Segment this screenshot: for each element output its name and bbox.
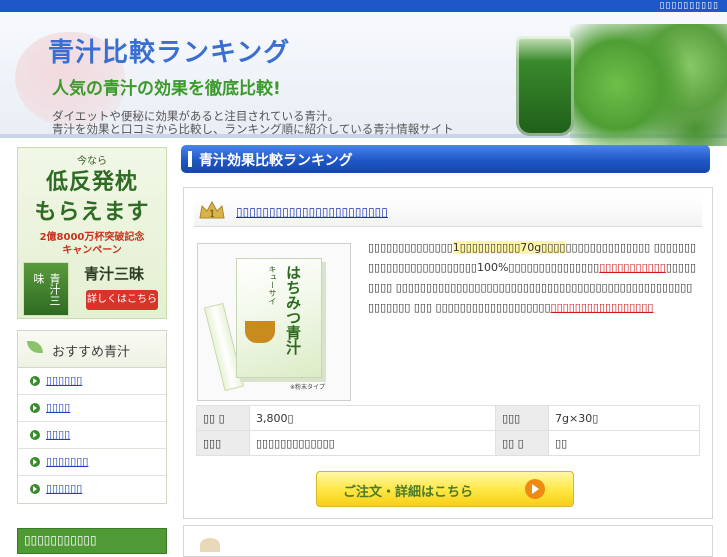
ranking-card-2 [183, 525, 713, 557]
vegetables-image [570, 24, 727, 146]
sidebar-item-label[interactable]: ▯▯▯▯▯▯ [46, 482, 82, 495]
spec-value: 3,800▯ [248, 405, 497, 431]
honey-cup-image [245, 321, 275, 343]
top-bar-link[interactable]: ▯▯▯▯▯▯▯▯▯▯ [659, 0, 719, 12]
campaign-banner[interactable]: 今なら 低反発枕 もらえます 2億8000万杯突破記念 キャンペーン 青汁三味 … [17, 147, 167, 319]
arrow-right-icon [525, 479, 545, 499]
table-row: ▯▯▯ ▯▯▯▯▯▯▯▯▯▯▯▯▯ ▯▯ ▯ ▯▯ [196, 430, 700, 456]
sidebar-item-label[interactable]: ▯▯▯▯ [46, 428, 70, 441]
arrow-bullet-icon [30, 403, 40, 413]
spec-key: ▯▯▯ [196, 430, 250, 456]
site-tagline: 人気の青汁の効果を徹底比較! [52, 79, 281, 99]
ranking-card-1: 1 ▯▯▯▯▯▯▯▯▯▯▯▯▯▯▯▯▯▯▯▯▯▯▯ キューサイ はちみつ青汁 ※… [183, 187, 713, 519]
package-note: ※粉末タイプ [290, 384, 326, 391]
banner-details-button[interactable]: 詳しくはこちら [86, 290, 158, 310]
crown-rank-icon [200, 538, 220, 552]
sidebar-item[interactable]: ▯▯▯▯▯▯ [18, 368, 166, 395]
sidebar-banner-2[interactable]: ▯▯▯▯▯▯▯▯▯▯▯ [17, 528, 167, 554]
crown-rank-icon: 1 [199, 200, 225, 220]
recommended-menu-header: おすすめ青汁 [18, 331, 166, 368]
green-juice-glass-image [516, 36, 574, 136]
banner-campaign-text-2: キャンペーン [62, 245, 122, 256]
rank-number: 1 [209, 209, 215, 220]
leaf-icon [27, 341, 43, 353]
product-spec-table: ▯▯ ▯ 3,800▯ ▯▯▯ 7g×30▯ ▯▯▯ ▯▯▯▯▯▯▯▯▯▯▯▯▯… [196, 405, 700, 456]
description-highlight: 1▯▯▯▯▯▯▯▯▯▯70g▯▯▯▯ [452, 241, 566, 254]
main-section-title: 青汁効果比較ランキング [199, 153, 353, 169]
arrow-bullet-icon [30, 430, 40, 440]
site-description-line-2: 青汁を効果と口コミから比較し、ランキング順に紹介している青汁情報サイト [52, 122, 454, 136]
order-button-label: ご注文・詳細はこちら [343, 485, 474, 500]
sidebar-item-label[interactable]: ▯▯▯▯▯▯▯ [46, 455, 88, 468]
sidebar-item-label[interactable]: ▯▯▯▯▯▯ [46, 374, 82, 387]
table-row: ▯▯ ▯ 3,800▯ ▯▯▯ 7g×30▯ [196, 405, 700, 431]
sidebar-item[interactable]: ▯▯▯▯ [18, 395, 166, 422]
spec-value: ▯▯ [548, 430, 700, 456]
sidebar-item[interactable]: ▯▯▯▯ [18, 422, 166, 449]
description-link-1[interactable]: ▯▯▯▯▯▯▯▯▯▯▯ [599, 261, 666, 274]
arrow-bullet-icon [30, 457, 40, 467]
product-description: ▯▯▯▯▯▯▯▯▯▯▯▯▯▯1▯▯▯▯▯▯▯▯▯▯70g▯▯▯▯ ▯▯▯▯▯▯▯▯… [368, 238, 698, 318]
main-section-heading: 青汁効果比較ランキング [181, 145, 710, 173]
site-header: 青汁比較ランキング 人気の青汁の効果を徹底比較! ダイエットや便秘に効果があると… [0, 12, 727, 146]
banner-product-name: 青汁三昧 [84, 265, 145, 283]
arrow-bullet-icon [30, 376, 40, 386]
order-details-button[interactable]: ご注文・詳細はこちら [316, 471, 574, 507]
sidebar-item[interactable]: ▯▯▯▯▯▯ [18, 476, 166, 502]
description-part-1: ▯▯▯▯▯▯▯▯▯▯▯▯▯▯ [368, 241, 453, 254]
description-link-2[interactable]: ▯▯▯▯▯▯▯▯▯▯▯▯▯▯▯▯▯ [551, 301, 654, 314]
recommended-menu-title: おすすめ青汁 [52, 345, 131, 360]
package-name-text: はちみつ青汁 [284, 265, 302, 355]
ranking-title-row: 1 ▯▯▯▯▯▯▯▯▯▯▯▯▯▯▯▯▯▯▯▯▯▯▯ [194, 196, 702, 227]
sidebar-item-label[interactable]: ▯▯▯▯ [46, 401, 70, 414]
ranking-product-link[interactable]: ▯▯▯▯▯▯▯▯▯▯▯▯▯▯▯▯▯▯▯▯▯▯▯ [236, 205, 388, 219]
spec-key: ▯▯ ▯ [495, 430, 550, 456]
sidebar-item[interactable]: ▯▯▯▯▯▯▯ [18, 449, 166, 476]
top-bar: ▯▯▯▯▯▯▯▯▯▯ [0, 0, 727, 12]
product-image-box[interactable]: キューサイ はちみつ青汁 ※粉末タイプ [197, 243, 351, 401]
banner-package-text: 青汁三味 [32, 273, 61, 306]
site-title[interactable]: 青汁比較ランキング [48, 32, 290, 69]
banner-headline-1: 低反発枕 [45, 170, 138, 195]
product-package-image: キューサイ はちみつ青汁 [236, 258, 322, 378]
arrow-bullet-icon [30, 484, 40, 494]
spec-key: ▯▯ ▯ [196, 405, 250, 431]
spec-value: ▯▯▯▯▯▯▯▯▯▯▯▯▯ [248, 430, 497, 456]
recommended-menu: おすすめ青汁 ▯▯▯▯▯▯ ▯▯▯▯ ▯▯▯▯ ▯▯▯▯▯▯▯ ▯▯▯▯▯▯ [17, 330, 167, 504]
spec-key: ▯▯▯ [495, 405, 550, 431]
banner-product-image: 青汁三味 [23, 262, 69, 316]
spec-value: 7g×30▯ [548, 405, 700, 431]
banner-headline-2: もらえます [34, 200, 150, 225]
package-maker-text: キューサイ [268, 265, 277, 305]
heading-marker [188, 151, 192, 167]
